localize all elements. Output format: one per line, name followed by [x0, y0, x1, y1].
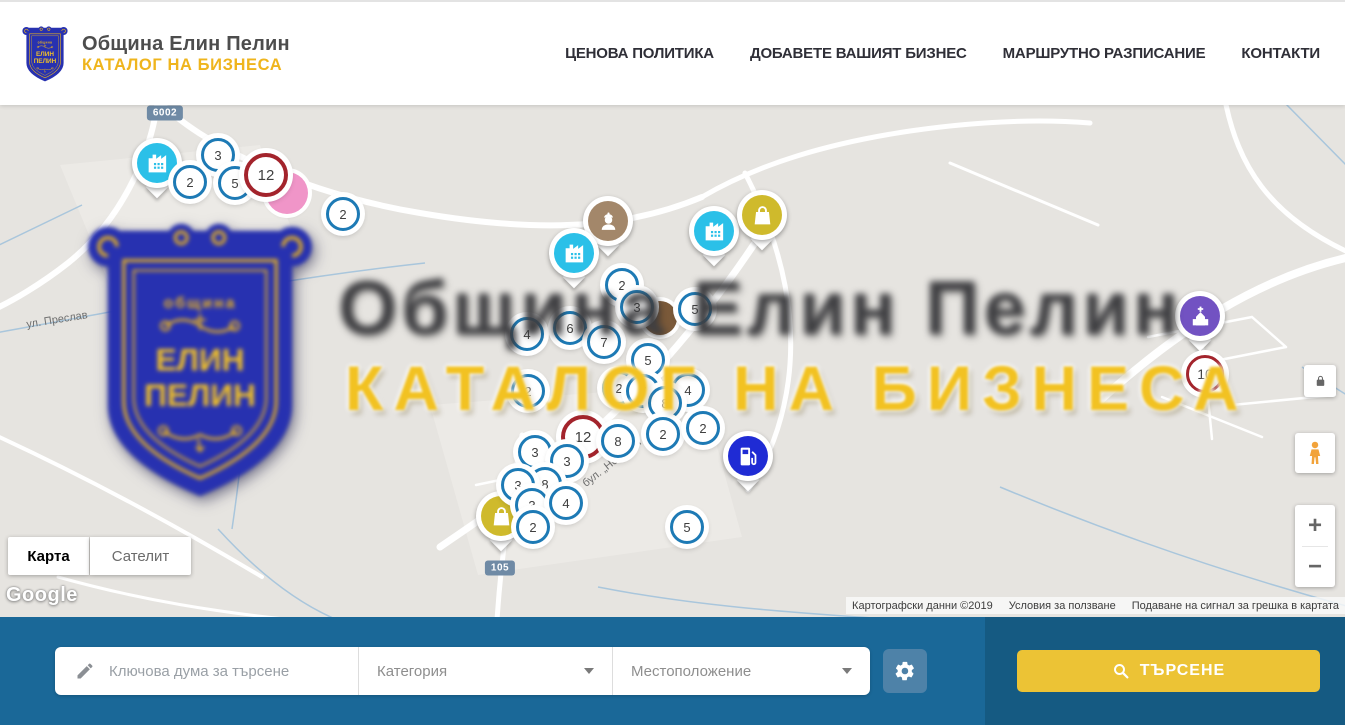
- attribution-report-link[interactable]: Подаване на сигнал за грешка в картата: [1132, 600, 1339, 612]
- pencil-icon: [75, 661, 95, 681]
- cluster-marker[interactable]: 5: [678, 292, 712, 326]
- cluster-marker[interactable]: 2: [646, 417, 680, 451]
- chevron-down-icon: [584, 668, 594, 674]
- cluster-marker[interactable]: 2: [516, 510, 550, 544]
- cluster-marker[interactable]: 3: [620, 290, 654, 324]
- map-type-switcher: Карта Сателит: [8, 537, 191, 575]
- cluster-marker[interactable]: 6: [553, 311, 587, 345]
- cluster-marker[interactable]: 2: [326, 197, 360, 231]
- map-canvas[interactable]: 325122235647522748128223383342510 Община…: [0, 105, 1345, 617]
- map-type-map-button[interactable]: Карта: [8, 537, 89, 575]
- zoom-control: + −: [1295, 505, 1335, 587]
- brand-title: Община Елин Пелин: [82, 33, 290, 56]
- chevron-down-icon: [842, 668, 852, 674]
- cluster-marker[interactable]: 5: [631, 343, 665, 377]
- marker-layer: 325122235647522748128223383342510: [0, 105, 1345, 617]
- pegman-icon: [1302, 440, 1328, 466]
- nav-contacts[interactable]: КОНТАКТИ: [1241, 45, 1320, 62]
- search-bar: Категория Местоположение ТЪРСЕНЕ: [0, 617, 1345, 725]
- category-pin-church[interactable]: [1175, 291, 1225, 341]
- gear-icon: [894, 660, 916, 682]
- cluster-marker[interactable]: 8: [648, 386, 682, 420]
- category-select[interactable]: Категория: [358, 647, 612, 695]
- page: Община Елин Пелин КАТАЛОГ НА БИЗНЕСА ЦЕН…: [0, 0, 1345, 725]
- nav-pricing-policy[interactable]: ЦЕНОВА ПОЛИТИКА: [565, 45, 714, 62]
- factory-icon: [694, 211, 734, 251]
- factory-icon: [554, 233, 594, 273]
- lock-button[interactable]: [1304, 365, 1336, 397]
- fuel-icon: [728, 436, 768, 476]
- cluster-marker[interactable]: 2: [686, 411, 720, 445]
- advanced-settings-button[interactable]: [883, 649, 927, 693]
- factory-icon: [137, 143, 177, 183]
- category-pin-bag[interactable]: [737, 190, 787, 240]
- attribution-data: Картографски данни ©2019: [852, 600, 993, 612]
- zoom-out-button[interactable]: −: [1295, 547, 1335, 587]
- google-logo[interactable]: Google: [6, 584, 78, 607]
- search-icon: [1112, 662, 1130, 680]
- cluster-marker[interactable]: 4: [510, 317, 544, 351]
- search-button-label: ТЪРСЕНЕ: [1140, 662, 1225, 680]
- municipality-logo: [22, 25, 68, 83]
- brand-text: Община Елин Пелин КАТАЛОГ НА БИЗНЕСА: [82, 33, 290, 75]
- zoom-in-button[interactable]: +: [1295, 506, 1335, 546]
- cluster-marker[interactable]: 4: [549, 486, 583, 520]
- cluster-marker[interactable]: 7: [587, 325, 621, 359]
- cluster-marker[interactable]: 8: [601, 424, 635, 458]
- cluster-marker[interactable]: 10: [1186, 355, 1224, 393]
- church-icon: [1180, 296, 1220, 336]
- cluster-marker[interactable]: 2: [173, 165, 207, 199]
- keyword-field[interactable]: [55, 647, 358, 695]
- search-button[interactable]: ТЪРСЕНЕ: [1017, 650, 1320, 692]
- brand[interactable]: Община Елин Пелин КАТАЛОГ НА БИЗНЕСА: [22, 25, 290, 83]
- map-type-satellite-button[interactable]: Сателит: [90, 537, 191, 575]
- cluster-marker[interactable]: 2: [511, 374, 545, 408]
- cluster-marker[interactable]: 12: [244, 153, 288, 197]
- lock-icon: [1313, 374, 1328, 389]
- pegman-button[interactable]: [1295, 433, 1335, 473]
- category-pin-factory[interactable]: [689, 206, 739, 256]
- category-pin-factory[interactable]: [549, 228, 599, 278]
- category-select-label: Категория: [377, 663, 584, 680]
- main-nav: ЦЕНОВА ПОЛИТИКА ДОБАВЕТЕ ВАШИЯТ БИЗНЕС М…: [565, 45, 1320, 62]
- search-fields: Категория Местоположение: [55, 647, 870, 695]
- keyword-input[interactable]: [107, 662, 358, 681]
- brand-subtitle: КАТАЛОГ НА БИЗНЕСА: [82, 56, 290, 75]
- nav-add-business[interactable]: ДОБАВЕТЕ ВАШИЯТ БИЗНЕС: [750, 45, 967, 62]
- category-pin-fuel[interactable]: [723, 431, 773, 481]
- header: Община Елин Пелин КАТАЛОГ НА БИЗНЕСА ЦЕН…: [0, 0, 1345, 105]
- cluster-marker[interactable]: 3: [518, 435, 552, 469]
- bag-icon: [742, 195, 782, 235]
- nav-route-schedule[interactable]: МАРШРУТНО РАЗПИСАНИЕ: [1003, 45, 1206, 62]
- attribution-terms-link[interactable]: Условия за ползване: [1009, 600, 1116, 612]
- cluster-marker[interactable]: 5: [670, 510, 704, 544]
- location-select[interactable]: Местоположение: [612, 647, 870, 695]
- map-attribution: Картографски данни ©2019 Условия за полз…: [846, 597, 1345, 614]
- location-select-label: Местоположение: [631, 663, 842, 680]
